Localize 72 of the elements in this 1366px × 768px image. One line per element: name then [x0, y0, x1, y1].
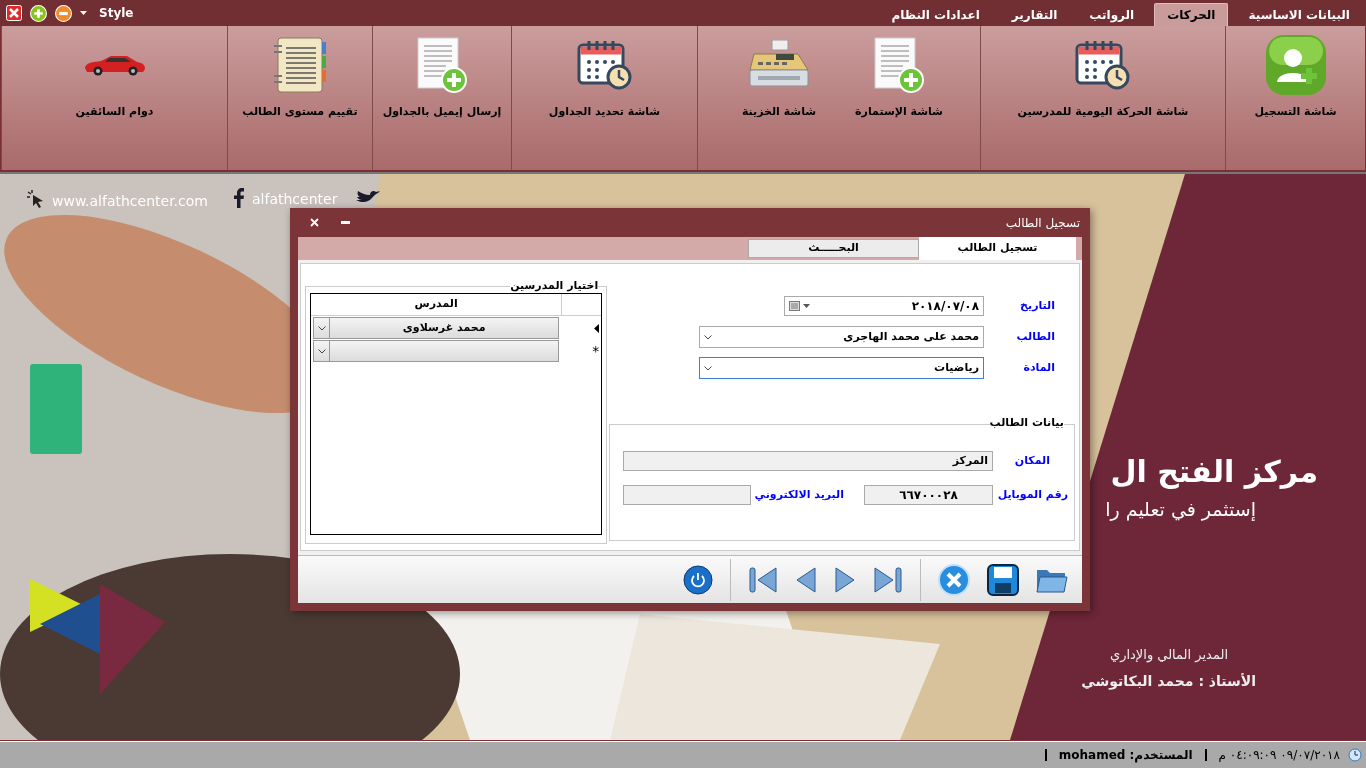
- chevron-down-icon[interactable]: [704, 365, 712, 371]
- first-record-icon[interactable]: [748, 566, 778, 593]
- row-selector[interactable]: *: [561, 340, 602, 362]
- column-header: المدرس: [413, 296, 459, 313]
- ribbon-button[interactable]: دوام السائقين: [54, 26, 175, 136]
- role-text: المدير المالي والإداري: [1110, 646, 1228, 665]
- text-field[interactable]: المركز: [623, 451, 993, 471]
- close-icon[interactable]: [6, 5, 22, 21]
- field-label: البريد الالكتروني: [753, 486, 845, 503]
- chevron-down-icon[interactable]: [317, 348, 326, 354]
- field-label: المادة: [1022, 359, 1056, 376]
- document-add-icon: [416, 36, 468, 94]
- facebook-icon: [234, 188, 244, 208]
- field-label: المكان: [1013, 452, 1051, 469]
- ribbon-button[interactable]: شاشة الإستمارة: [839, 26, 959, 136]
- ribbon-button[interactable]: تقييم مستوى الطالب: [232, 26, 368, 136]
- group-legend: اختيار المدرسين: [510, 279, 599, 293]
- text-field[interactable]: ٦٦٧٠٠٠٢٨: [864, 485, 993, 505]
- last-record-icon[interactable]: [873, 566, 903, 593]
- ribbon-button[interactable]: شاشة تحديد الجداول: [538, 26, 671, 136]
- calendar-dropdown-icon[interactable]: [789, 301, 811, 311]
- headline-text: مركز الفتح ال: [1110, 453, 1318, 491]
- slogan-text: إستثمر في تعليم را: [1105, 497, 1256, 523]
- power-icon[interactable]: [683, 564, 713, 595]
- save-icon[interactable]: [987, 563, 1019, 596]
- calendar-clock-icon: [576, 40, 633, 90]
- window-title: تسجيل الطالب: [1005, 214, 1080, 232]
- caret-icon[interactable]: [80, 11, 87, 15]
- next-record-icon[interactable]: [834, 566, 856, 593]
- menu-tab[interactable]: اعدادات النظام: [879, 3, 992, 26]
- notebook-icon: [272, 36, 328, 94]
- dialog-tab[interactable]: تسجيل الطالب: [919, 237, 1076, 260]
- clock-icon: [1348, 748, 1362, 762]
- combo-box[interactable]: رياضيات: [699, 357, 984, 379]
- field-label: التاريخ: [1019, 297, 1056, 314]
- ribbon-button[interactable]: شاشة التسجيل: [1235, 26, 1356, 136]
- style-menu[interactable]: Style: [99, 4, 134, 22]
- ribbon-button[interactable]: إرسال إيميل بالجداول: [373, 26, 511, 136]
- menu-tab[interactable]: التقارير: [999, 3, 1070, 26]
- minus-icon[interactable]: [55, 4, 72, 22]
- text-field[interactable]: [623, 485, 751, 505]
- dialog-tab[interactable]: البحـــــث: [748, 239, 919, 258]
- cash-register-icon: [746, 40, 812, 90]
- bird-icon: [356, 191, 380, 204]
- current-row-icon: [594, 323, 600, 333]
- ribbon-button[interactable]: شاشة الخزينة: [719, 26, 839, 136]
- plus-icon[interactable]: [30, 4, 47, 22]
- status-user: المستخدم: mohamed: [1058, 747, 1193, 764]
- combo-cell[interactable]: محمد غرسلاوى: [313, 317, 560, 339]
- close-icon[interactable]: [310, 218, 319, 227]
- menu-tab[interactable]: البيانات الاساسية: [1236, 3, 1362, 26]
- date-picker[interactable]: ٢٠١٨/٠٧/٠٨: [784, 296, 984, 316]
- previous-record-icon[interactable]: [795, 566, 817, 593]
- chevron-down-icon[interactable]: [704, 334, 712, 340]
- combo-cell[interactable]: [313, 340, 560, 362]
- group-legend: بيانات الطالب: [989, 416, 1064, 430]
- menu-tab[interactable]: الرواتب: [1077, 3, 1147, 26]
- combo-box[interactable]: محمد على محمد الهاجرى: [699, 326, 984, 348]
- user-add-icon: [1264, 34, 1327, 96]
- name-text: الأستاذ : محمد البكاتوشي: [1081, 672, 1256, 692]
- field-label: رقم الموبايل: [996, 486, 1069, 503]
- cancel-icon[interactable]: [938, 563, 970, 596]
- chevron-down-icon[interactable]: [317, 325, 326, 331]
- ribbon-button[interactable]: شاشة الحركة اليومية للمدرسين: [1007, 26, 1199, 136]
- social-handle: alfathcenter: [252, 190, 338, 209]
- status-time: ٠٩/٠٧/٢٠١٨ ٠٤:٠٩:٠٩ م: [1218, 747, 1340, 764]
- field-label: الطالب: [1015, 328, 1056, 345]
- car-icon: [82, 54, 147, 76]
- website-text: www.alfathcenter.com: [52, 192, 208, 211]
- document-add-icon: [873, 36, 925, 94]
- calendar-clock-icon: [1075, 40, 1131, 90]
- menu-tab[interactable]: الحركات: [1154, 3, 1229, 26]
